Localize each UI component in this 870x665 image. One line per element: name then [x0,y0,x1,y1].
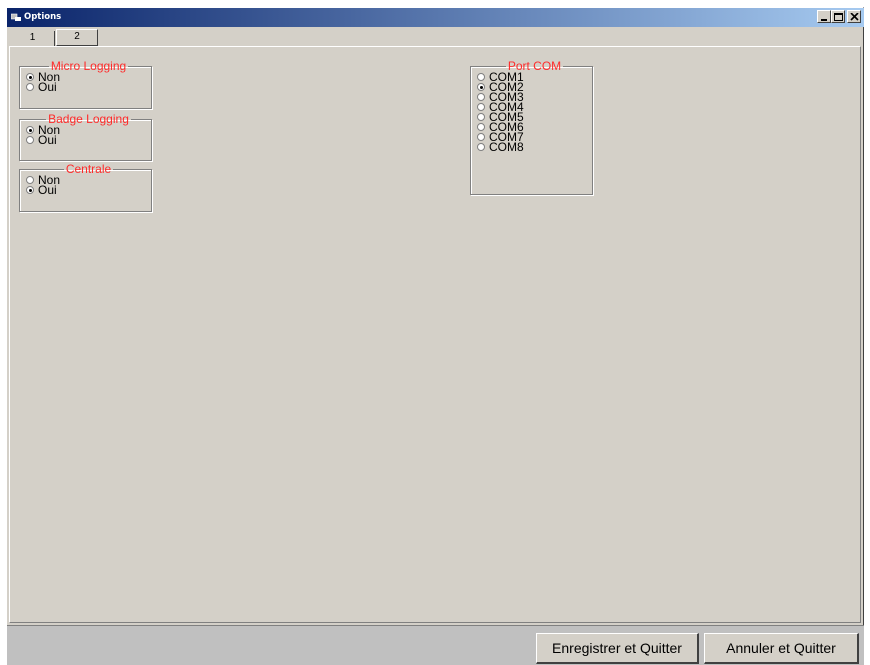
tab-2[interactable]: 2 [56,29,98,46]
radio-button[interactable] [26,83,34,91]
radio-button[interactable] [477,103,485,111]
radio-button[interactable] [26,176,34,184]
micro-logging-oui-option[interactable]: Oui [26,80,151,94]
radio-button[interactable] [477,73,485,81]
radio-button[interactable] [477,113,485,121]
radio-button[interactable] [477,93,485,101]
window-title: Options [24,12,62,22]
maximize-icon [834,13,843,21]
tab-strip: 1 2 [9,28,309,48]
badge-logging-group: Badge Logging Non Oui [19,113,152,161]
centrale-oui-label: Oui [38,183,57,197]
tab-content-panel: Micro Logging Non Oui Badge Logging Non … [9,46,861,623]
radio-button-checked[interactable] [26,73,34,81]
tab-1-label: 1 [29,32,36,43]
centrale-title: Centrale [65,162,112,176]
radio-button[interactable] [477,133,485,141]
maximize-button[interactable] [831,10,845,23]
tab-2-label: 2 [74,31,80,42]
badge-logging-oui-option[interactable]: Oui [26,133,151,147]
com8-label: COM8 [489,140,524,154]
app-icon [11,13,21,21]
minimize-button[interactable] [817,10,831,23]
radio-button[interactable] [477,123,485,131]
title-bar[interactable]: Options [7,8,864,27]
options-window: Options 1 2 Micro Logging Non Oui Badge … [6,7,864,665]
centrale-group: Centrale Non Oui [19,163,152,212]
radio-button[interactable] [26,136,34,144]
close-button[interactable] [847,10,861,23]
com8-option[interactable]: COM8 [477,140,592,154]
radio-button-checked[interactable] [26,186,34,194]
port-com-group: Port COM COM1 COM2 COM3 COM4 COM5 COM6 C… [470,60,593,195]
badge-logging-oui-label: Oui [38,133,57,147]
radio-button[interactable] [477,143,485,151]
close-icon [850,13,859,21]
tab-1[interactable]: 1 [11,31,55,47]
radio-button-checked[interactable] [26,126,34,134]
micro-logging-oui-label: Oui [38,80,57,94]
save-and-quit-button[interactable]: Enregistrer et Quitter [536,633,699,664]
radio-button-checked[interactable] [477,83,485,91]
micro-logging-title: Micro Logging [50,59,127,73]
button-bar: Enregistrer et Quitter Annuler et Quitte… [7,625,864,665]
minimize-icon [821,19,827,21]
centrale-oui-option[interactable]: Oui [26,183,151,197]
cancel-and-quit-button[interactable]: Annuler et Quitter [704,633,859,664]
micro-logging-group: Micro Logging Non Oui [19,60,152,109]
